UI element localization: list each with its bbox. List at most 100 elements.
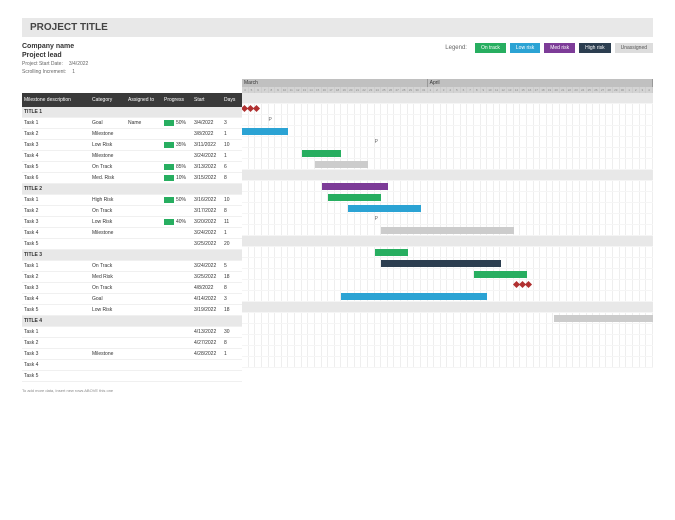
gantt-bar[interactable]: [302, 150, 342, 157]
legend: Legend: On track Low risk Med risk High …: [445, 43, 653, 53]
task-row[interactable]: Task 6Med. Risk10%3/15/20228: [22, 173, 242, 184]
task-start: 3/8/2022: [192, 131, 222, 137]
task-category: Milestone: [90, 230, 126, 236]
gantt-row: [242, 280, 653, 291]
task-desc: Task 2: [22, 208, 90, 214]
task-row[interactable]: Task 2Med Risk3/25/202218: [22, 272, 242, 283]
gantt-row: [242, 225, 653, 236]
task-row[interactable]: Task 4Milestone3/24/20221: [22, 151, 242, 162]
section-title: TITLE 3: [22, 252, 90, 258]
task-row[interactable]: Task 14/13/202230: [22, 327, 242, 338]
section-row[interactable]: TITLE 2: [22, 184, 242, 195]
gantt-row: [242, 126, 653, 137]
task-days: 8: [222, 208, 242, 214]
task-days: 8: [222, 285, 242, 291]
task-row[interactable]: Task 3Low Risk40%3/20/202211: [22, 217, 242, 228]
task-desc: Task 6: [22, 175, 90, 181]
gantt-bar[interactable]: P: [269, 117, 276, 124]
month-header: MarchApril: [242, 79, 653, 87]
section-title: TITLE 4: [22, 318, 90, 324]
gantt-bar[interactable]: [315, 161, 368, 168]
task-desc: Task 5: [22, 241, 90, 247]
task-row[interactable]: Task 24/27/20228: [22, 338, 242, 349]
col-start: Start: [192, 97, 222, 103]
task-row[interactable]: Task 1High Risk50%3/16/202210: [22, 195, 242, 206]
gantt-bar[interactable]: [341, 293, 487, 300]
gantt-row: [242, 346, 653, 357]
task-row[interactable]: Task 1GoalName50%3/4/20223: [22, 118, 242, 129]
task-row[interactable]: Task 5: [22, 371, 242, 382]
task-start: 3/15/2022: [192, 175, 222, 181]
task-days: 30: [222, 329, 242, 335]
task-row[interactable]: Task 5Low Risk3/19/202218: [22, 305, 242, 316]
gantt-bar[interactable]: [514, 282, 534, 289]
task-category: Low Risk: [90, 142, 126, 148]
task-row[interactable]: Task 4: [22, 360, 242, 371]
section-row[interactable]: TITLE 4: [22, 316, 242, 327]
gantt-bar[interactable]: [242, 106, 262, 113]
task-row[interactable]: Task 3Low Risk35%3/11/202210: [22, 140, 242, 151]
task-progress: 50%: [162, 197, 192, 203]
gantt-row: [242, 258, 653, 269]
task-days: 10: [222, 197, 242, 203]
task-start: 4/13/2022: [192, 329, 222, 335]
task-days: 3: [222, 296, 242, 302]
task-desc: Task 5: [22, 373, 90, 379]
task-desc: Task 5: [22, 307, 90, 313]
task-row[interactable]: Task 2On Track3/17/20228: [22, 206, 242, 217]
gantt-row: [242, 302, 653, 313]
task-row[interactable]: Task 3Milestone4/28/20221: [22, 349, 242, 360]
gantt-bar[interactable]: [242, 128, 288, 135]
gantt-chart: MarchApril 45678910111213141516171819202…: [242, 79, 653, 393]
task-start: 3/17/2022: [192, 208, 222, 214]
gantt-bar[interactable]: [381, 260, 500, 267]
task-category: Milestone: [90, 131, 126, 137]
task-row[interactable]: Task 1On Track3/24/20225: [22, 261, 242, 272]
task-start: 3/24/2022: [192, 263, 222, 269]
gantt-row: [242, 192, 653, 203]
task-row[interactable]: Task 3On Track4/8/20228: [22, 283, 242, 294]
gantt-bar[interactable]: P: [375, 216, 382, 223]
task-desc: Task 1: [22, 197, 90, 203]
task-table: Milestone description Category Assigned …: [22, 79, 242, 393]
legend-medrisk: Med risk: [544, 43, 575, 53]
task-start: 3/25/2022: [192, 241, 222, 247]
task-desc: Task 2: [22, 274, 90, 280]
gantt-bar[interactable]: [328, 194, 381, 201]
task-category: Goal: [90, 120, 126, 126]
task-progress: 85%: [162, 164, 192, 170]
meta-block: Company name Project lead Project Start …: [22, 43, 222, 77]
task-row[interactable]: Task 4Milestone3/24/20221: [22, 228, 242, 239]
month-cell: March: [242, 79, 428, 87]
gantt-bar[interactable]: [554, 315, 653, 322]
task-days: 3: [222, 120, 242, 126]
gantt-row: [242, 236, 653, 247]
task-row[interactable]: Task 53/25/202220: [22, 239, 242, 250]
gantt-bar[interactable]: [348, 205, 421, 212]
task-row[interactable]: Task 5On Track85%3/13/20226: [22, 162, 242, 173]
gantt-row: [242, 324, 653, 335]
gantt-bar[interactable]: [375, 249, 408, 256]
task-days: 6: [222, 164, 242, 170]
task-row[interactable]: Task 4Goal4/14/20223: [22, 294, 242, 305]
gantt-bar[interactable]: [381, 227, 514, 234]
gantt-bar[interactable]: [322, 183, 388, 190]
task-desc: Task 3: [22, 351, 90, 357]
task-category: Milestone: [90, 153, 126, 159]
scroll-label: Scrolling Increment:: [22, 69, 66, 75]
task-start: 3/24/2022: [192, 230, 222, 236]
section-row[interactable]: TITLE 1: [22, 107, 242, 118]
task-row[interactable]: Task 2Milestone3/8/20221: [22, 129, 242, 140]
task-category: Milestone: [90, 351, 126, 357]
gantt-bar[interactable]: [474, 271, 527, 278]
diamond-icon: [525, 281, 532, 288]
gantt-bar[interactable]: P: [375, 139, 382, 146]
gantt-row: [242, 269, 653, 280]
task-days: 1: [222, 230, 242, 236]
scroll-value[interactable]: 1: [72, 69, 75, 75]
diamond-icon: [253, 105, 260, 112]
legend-unassigned: Unassigned: [615, 43, 653, 53]
section-row[interactable]: TITLE 3: [22, 250, 242, 261]
task-desc: Task 3: [22, 219, 90, 225]
task-desc: Task 5: [22, 164, 90, 170]
